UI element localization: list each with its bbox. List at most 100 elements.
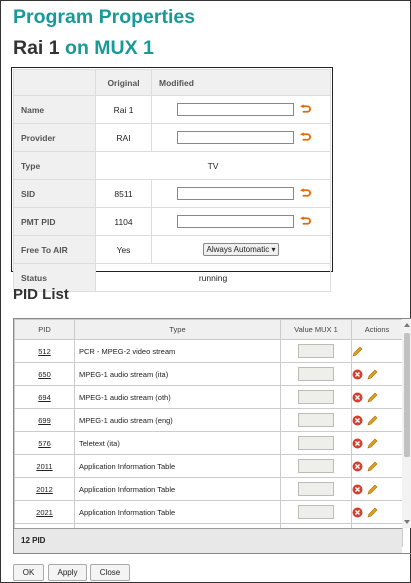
pmt-pid-input[interactable] xyxy=(177,215,294,228)
pid-link[interactable]: 2011 xyxy=(14,454,75,478)
value-field[interactable] xyxy=(298,344,334,358)
col-pid[interactable]: PID xyxy=(14,319,75,340)
actions-cell xyxy=(351,477,403,501)
pencil-edit-icon[interactable] xyxy=(367,392,378,403)
pid-list-footer: 12 PID xyxy=(14,528,402,553)
sid-input[interactable] xyxy=(177,187,294,200)
value-field[interactable] xyxy=(298,367,334,381)
value-cell xyxy=(280,339,352,363)
value-cell xyxy=(280,362,352,386)
mux-label: on MUX 1 xyxy=(65,37,154,59)
pid-list-scrollbar[interactable] xyxy=(402,319,411,528)
delete-icon[interactable] xyxy=(352,484,363,495)
table-row: 576 Teletext (ita) xyxy=(14,431,403,455)
dropdown-arrow-icon: ▾ xyxy=(271,245,276,254)
provider-label: Provider xyxy=(13,123,96,152)
table-row: 2021 Application Information Table xyxy=(14,500,403,524)
value-field[interactable] xyxy=(298,390,334,404)
pencil-edit-icon[interactable] xyxy=(367,415,378,426)
ok-button[interactable]: OK xyxy=(13,564,44,581)
delete-icon[interactable] xyxy=(352,507,363,518)
pid-link[interactable]: 2021 xyxy=(14,500,75,524)
value-cell xyxy=(280,500,352,524)
actions-cell xyxy=(351,339,403,363)
value-field[interactable] xyxy=(298,505,334,519)
row-pmt-pid: PMT PID 1104 xyxy=(13,207,331,236)
free-to-air-label: Free To AIR xyxy=(13,235,96,264)
pmt-pid-original: 1104 xyxy=(95,207,152,236)
pencil-edit-icon[interactable] xyxy=(367,438,378,449)
pid-type: PCR - MPEG-2 video stream xyxy=(74,339,281,363)
provider-modified-cell xyxy=(151,123,331,152)
pid-list-title: PID List xyxy=(13,286,69,303)
provider-original: RAI xyxy=(95,123,152,152)
pencil-edit-icon[interactable] xyxy=(367,484,378,495)
undo-arrow-icon[interactable] xyxy=(300,216,311,226)
value-field[interactable] xyxy=(298,436,334,450)
undo-arrow-icon[interactable] xyxy=(300,188,311,198)
properties-table: Original Modified Name Rai 1 Provider RA… xyxy=(13,69,331,292)
value-cell xyxy=(280,431,352,455)
row-name: Name Rai 1 xyxy=(13,95,331,124)
sid-original: 8511 xyxy=(95,179,152,208)
close-button[interactable]: Close xyxy=(90,564,130,581)
scroll-down-icon[interactable] xyxy=(404,520,410,524)
pid-link[interactable]: 576 xyxy=(14,431,75,455)
undo-arrow-icon[interactable] xyxy=(300,132,311,142)
row-free-to-air: Free To AIR Yes Always Automatic ▾ xyxy=(13,235,331,264)
status-value: running xyxy=(95,263,331,292)
pencil-edit-icon[interactable] xyxy=(367,369,378,380)
actions-cell xyxy=(351,431,403,455)
sid-label: SID xyxy=(13,179,96,208)
apply-button[interactable]: Apply xyxy=(48,564,87,581)
pid-type: Application Information Table xyxy=(74,500,281,524)
free-to-air-modified-cell: Always Automatic ▾ xyxy=(151,235,331,264)
pencil-edit-icon[interactable] xyxy=(352,346,363,357)
pid-link[interactable]: 650 xyxy=(14,362,75,386)
col-type[interactable]: Type xyxy=(74,319,281,340)
pid-link[interactable]: 694 xyxy=(14,385,75,409)
col-value[interactable]: Value MUX 1 xyxy=(280,319,352,340)
properties-header: Original Modified xyxy=(13,69,331,96)
value-field[interactable] xyxy=(298,482,334,496)
delete-icon[interactable] xyxy=(352,438,363,449)
pencil-edit-icon[interactable] xyxy=(367,461,378,472)
pid-link[interactable]: 699 xyxy=(14,408,75,432)
provider-input[interactable] xyxy=(177,131,294,144)
pid-count: 12 PID xyxy=(21,536,46,545)
free-to-air-select[interactable]: Always Automatic ▾ xyxy=(202,243,280,256)
program-heading: Rai 1 on MUX 1 xyxy=(13,37,154,60)
pid-list-panel: PID Type Value MUX 1 Actions 512 PCR - M… xyxy=(13,318,411,554)
free-to-air-select-value: Always Automatic xyxy=(206,245,270,254)
value-field[interactable] xyxy=(298,413,334,427)
header-modified: Modified xyxy=(151,69,331,96)
value-field[interactable] xyxy=(298,459,334,473)
pid-link[interactable]: 2012 xyxy=(14,477,75,501)
pid-type: MPEG-1 audio stream (ita) xyxy=(74,362,281,386)
delete-icon[interactable] xyxy=(352,461,363,472)
scrollbar-thumb[interactable] xyxy=(404,333,410,457)
actions-cell xyxy=(351,385,403,409)
table-row: 2012 Application Information Table xyxy=(14,477,403,501)
actions-cell xyxy=(351,500,403,524)
pmt-pid-label: PMT PID xyxy=(13,207,96,236)
name-input[interactable] xyxy=(177,103,294,116)
actions-cell xyxy=(351,408,403,432)
table-row: 699 MPEG-1 audio stream (eng) xyxy=(14,408,403,432)
name-original: Rai 1 xyxy=(95,95,152,124)
free-to-air-original: Yes xyxy=(95,235,152,264)
row-provider: Provider RAI xyxy=(13,123,331,152)
delete-icon[interactable] xyxy=(352,369,363,380)
pid-type: MPEG-1 audio stream (eng) xyxy=(74,408,281,432)
pid-type: Application Information Table xyxy=(74,454,281,478)
pencil-edit-icon[interactable] xyxy=(367,507,378,518)
scroll-up-icon[interactable] xyxy=(404,323,410,327)
delete-icon[interactable] xyxy=(352,392,363,403)
undo-arrow-icon[interactable] xyxy=(300,104,311,114)
col-actions[interactable]: Actions xyxy=(351,319,403,340)
value-cell xyxy=(280,408,352,432)
delete-icon[interactable] xyxy=(352,415,363,426)
pid-type: Application Information Table xyxy=(74,477,281,501)
pid-link[interactable]: 512 xyxy=(14,339,75,363)
pid-table: PID Type Value MUX 1 Actions 512 PCR - M… xyxy=(14,319,403,547)
